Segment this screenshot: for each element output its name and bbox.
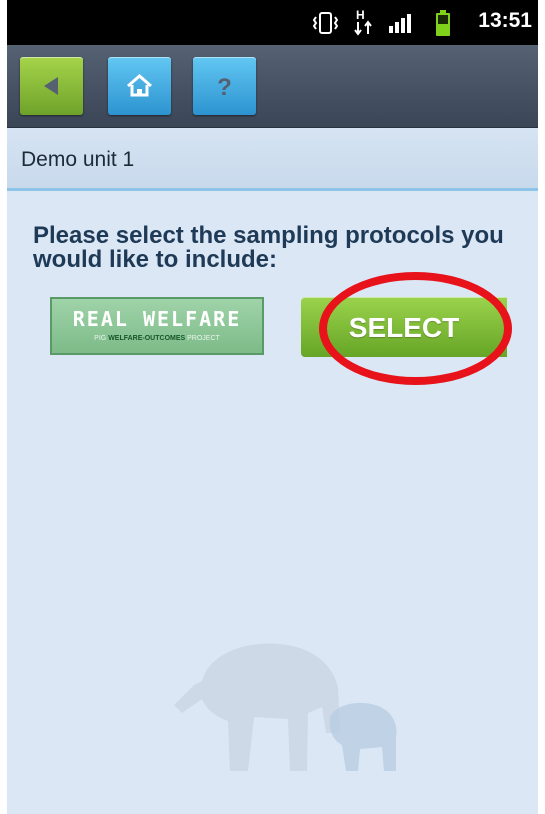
help-button[interactable]: ? — [193, 57, 256, 115]
highlight-circle — [319, 272, 512, 385]
header-bar: Demo unit 1 — [7, 128, 538, 191]
hspa-data-icon: H — [351, 8, 377, 43]
main-content: Please select the sampling protocols you… — [7, 191, 538, 814]
toolbar: ? — [7, 45, 538, 128]
logo-subtitle: PIG WELFARE-OUTCOMES PROJECT — [94, 335, 220, 342]
back-arrow-icon — [44, 77, 58, 95]
page-title: Demo unit 1 — [21, 148, 135, 171]
vibrate-icon — [312, 12, 339, 39]
pig-watermark-icon — [174, 643, 397, 771]
battery-icon — [435, 9, 451, 42]
status-bar: H 13:51 — [7, 0, 538, 45]
real-welfare-logo: REAL WELFARE PIG WELFARE-OUTCOMES PROJEC… — [50, 297, 264, 355]
signal-icon — [387, 12, 417, 39]
logo-title: REAL WELFARE — [72, 307, 242, 331]
protocol-prompt: Please select the sampling protocols you… — [33, 222, 504, 273]
app-screen: H 13:51 ? Demo unit 1 Please select the … — [7, 0, 538, 814]
home-icon — [127, 74, 152, 97]
home-button[interactable] — [108, 57, 171, 115]
svg-text:?: ? — [217, 74, 232, 101]
svg-text:H: H — [356, 8, 365, 22]
status-time: 13:51 — [478, 9, 532, 32]
help-icon: ? — [217, 74, 232, 101]
back-button[interactable] — [20, 57, 83, 115]
